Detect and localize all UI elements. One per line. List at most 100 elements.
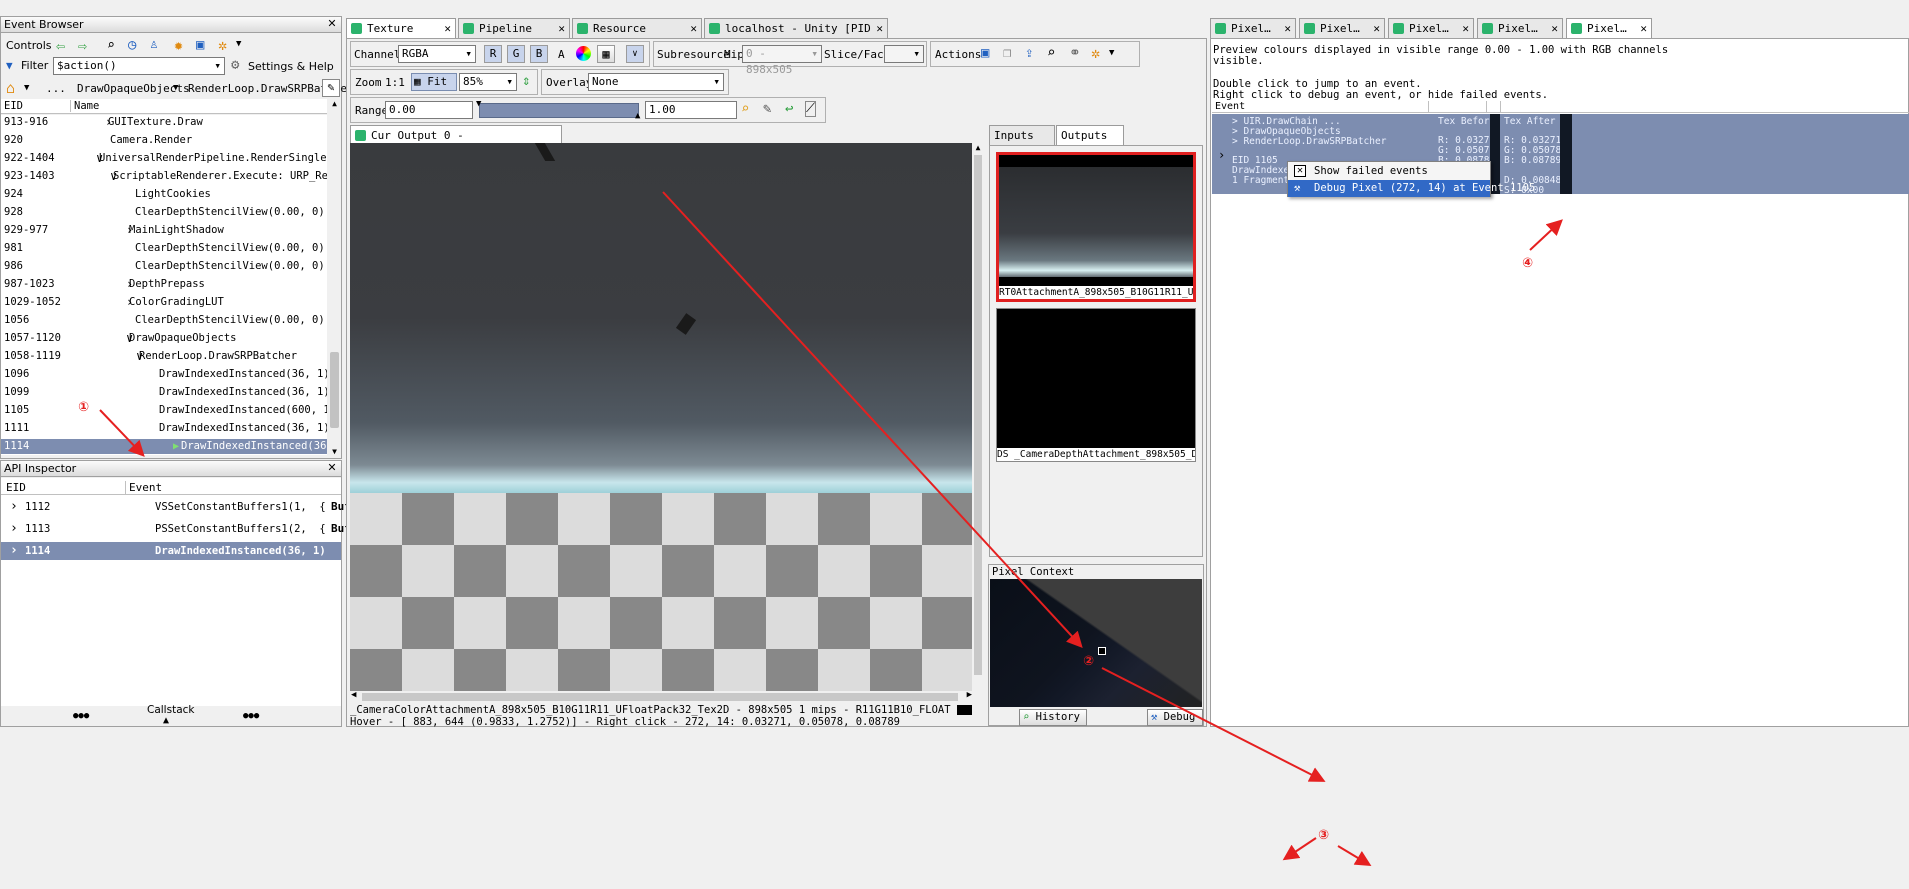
close-icon[interactable]: ✕ bbox=[1462, 19, 1469, 38]
mip-select[interactable]: 0 - 898x505 bbox=[742, 45, 822, 76]
slice-face-select[interactable] bbox=[884, 45, 924, 63]
event-row[interactable]: 922-1404 ∨ UniversalRenderPipeline.RenderS… bbox=[1, 151, 327, 166]
col-name[interactable]: Name bbox=[70, 100, 99, 112]
back-arrow-icon[interactable]: ⇦ bbox=[56, 37, 65, 55]
chevron-down-icon[interactable]: ▼ bbox=[1109, 48, 1114, 58]
api-row[interactable]: › 1114 DrawIndexedInstanced(36, 1) bbox=[1, 542, 341, 560]
close-icon[interactable]: ✕ bbox=[326, 18, 338, 30]
tab-pixel-history[interactable]: Pixel… ✕ bbox=[1477, 18, 1563, 38]
channel-r-toggle[interactable]: R bbox=[484, 45, 502, 63]
close-icon[interactable]: ✕ bbox=[1373, 19, 1380, 38]
event-row[interactable]: 1056 ClearDepthStencilView(0.00, 0) bbox=[1, 313, 327, 328]
flip-vertical-icon[interactable]: ⇕ bbox=[522, 73, 530, 89]
col-eid[interactable]: EID bbox=[6, 481, 26, 494]
tree-icon[interactable]: ♙ bbox=[150, 37, 158, 52]
expand-arrow-icon[interactable]: › bbox=[10, 498, 18, 516]
chevron-down-icon[interactable]: ▼ bbox=[24, 83, 29, 93]
event-row[interactable]: 929-977 › MainLightShadow bbox=[1, 223, 327, 238]
event-row[interactable]: 1114 ▶DrawIndexedInstanced(36, 1) bbox=[1, 439, 327, 454]
reset-range-icon[interactable]: ↩ bbox=[785, 101, 793, 117]
tab-pixel-history[interactable]: Pixel… ✕ bbox=[1299, 18, 1385, 38]
zoom-fit-button[interactable]: ▦ Fit bbox=[411, 73, 457, 91]
expand-up-icon[interactable]: ▲ bbox=[163, 715, 169, 726]
range-max-input[interactable]: 1.00 bbox=[645, 101, 737, 119]
link-icon[interactable]: ⚭ bbox=[1069, 45, 1081, 61]
range-slider[interactable] bbox=[479, 103, 639, 118]
settings-icon[interactable]: ✲ bbox=[1091, 44, 1100, 62]
settings-icon[interactable]: ✲ bbox=[218, 36, 227, 54]
output-thumbnail-rt0[interactable]: RT0AttachmentA_898x505_B10G11R11_UFloat bbox=[996, 152, 1196, 302]
close-icon[interactable]: ✕ bbox=[1551, 19, 1558, 38]
event-row[interactable]: 1111 DrawIndexedInstanced(36, 1) bbox=[1, 421, 327, 436]
tab-pixel-history[interactable]: Pixel… ✕ bbox=[1388, 18, 1474, 38]
scrollbar-up-arrow-icon[interactable]: ▲ bbox=[972, 143, 984, 152]
viewer-hscrollbar[interactable]: ◀ ▶ bbox=[350, 690, 972, 703]
zoom-select[interactable]: 85% bbox=[459, 73, 517, 91]
scrollbar-right-arrow-icon[interactable]: ▶ bbox=[967, 690, 972, 700]
event-row[interactable]: 924 LightCookies bbox=[1, 187, 327, 202]
save-icon[interactable]: ▣ bbox=[981, 45, 989, 61]
viewer-vscrollbar[interactable]: ▲ bbox=[972, 143, 984, 691]
channel-a-toggle[interactable]: A bbox=[558, 48, 565, 61]
edit-icon[interactable]: ✎ bbox=[322, 79, 340, 97]
callstack-toggle[interactable]: Callstack bbox=[147, 704, 194, 716]
gear-icon[interactable]: ⚙ bbox=[231, 57, 239, 73]
debug-button[interactable]: ⚒ Debug bbox=[1147, 709, 1203, 726]
scrollbar-thumb[interactable] bbox=[330, 352, 339, 428]
close-icon[interactable]: ✕ bbox=[558, 19, 565, 38]
chevron-down-icon[interactable]: ▼ bbox=[236, 39, 241, 49]
history-button[interactable]: ⌕ History bbox=[1019, 709, 1087, 726]
expand-arrow-icon[interactable]: › bbox=[10, 520, 18, 538]
channels-select[interactable]: RGBA bbox=[398, 45, 476, 63]
event-row[interactable]: 1105 DrawIndexedInstanced(600, 1) bbox=[1, 403, 327, 418]
event-row[interactable]: 1099 DrawIndexedInstanced(36, 1) bbox=[1, 385, 327, 400]
expand-arrow-icon[interactable]: › bbox=[1218, 148, 1225, 162]
menu-item-debug-pixel[interactable]: ⚒ Debug Pixel (272, 14) at Event 1105 bbox=[1288, 180, 1535, 197]
range-slider-min-handle[interactable]: ▼ bbox=[476, 99, 481, 109]
copy-icon[interactable]: ❐ bbox=[1003, 45, 1011, 61]
tab-texture-viewer[interactable]: Texture Viewer ✕ bbox=[346, 18, 456, 54]
close-icon[interactable]: ✕ bbox=[1284, 19, 1291, 38]
menu-item-show-failed[interactable]: ✕ Show failed events bbox=[1288, 163, 1490, 179]
event-row[interactable]: 920 Camera.Render bbox=[1, 133, 327, 148]
pixel-context-view[interactable] bbox=[990, 579, 1202, 707]
event-row[interactable]: 923-1403 ∨ ScriptableRenderer.Execute: URP… bbox=[1, 169, 327, 184]
event-row[interactable]: 986 ClearDepthStencilView(0.00, 0) bbox=[1, 259, 327, 274]
expand-arrow-icon[interactable]: › bbox=[10, 542, 18, 560]
event-row[interactable]: 928 ClearDepthStencilView(0.00, 0) bbox=[1, 205, 327, 220]
tab-pixel-history[interactable]: Pixel… ✕ bbox=[1566, 18, 1652, 39]
close-icon[interactable]: ✕ bbox=[326, 462, 338, 474]
bookmark-icon[interactable]: ✹ bbox=[174, 36, 183, 54]
range-min-input[interactable]: 0.00 bbox=[385, 101, 473, 119]
color-wheel-icon[interactable] bbox=[576, 46, 591, 61]
api-row[interactable]: ›1112VSSetConstantBuffers1(1, {Buffer 11… bbox=[1, 498, 404, 516]
chevron-down-icon[interactable]: ▼ bbox=[173, 83, 178, 93]
col-event[interactable]: Event bbox=[125, 481, 162, 494]
checkerboard-icon[interactable]: ▦ bbox=[597, 45, 615, 63]
event-row[interactable]: 1029-1052 › ColorGradingLUT bbox=[1, 295, 327, 310]
zoom-range-icon[interactable]: ⌕ bbox=[741, 101, 749, 117]
scrollbar-left-arrow-icon[interactable]: ◀ bbox=[351, 690, 356, 700]
event-row[interactable]: 1058-1119 ∨ RenderLoop.DrawSRPBatcher bbox=[1, 349, 327, 364]
tab-outputs[interactable]: Outputs bbox=[1056, 125, 1124, 146]
more-dots-left[interactable]: ●●● bbox=[73, 711, 89, 721]
zoom-1to1-button[interactable]: 1:1 bbox=[385, 76, 405, 89]
event-row[interactable]: 913-916 › GUITexture.Draw bbox=[1, 115, 327, 130]
open-icon[interactable]: ⇪ bbox=[1025, 45, 1033, 61]
scrollbar-down-arrow-icon[interactable]: ▼ bbox=[328, 447, 341, 456]
channel-g-toggle[interactable]: G bbox=[507, 45, 525, 63]
tab-resource-inspector[interactable]: Resource Inspector ✕ bbox=[572, 18, 702, 54]
filter-input[interactable]: $action() bbox=[53, 57, 225, 75]
range-slider-max-handle[interactable]: ▲ bbox=[635, 111, 640, 121]
event-row[interactable]: 981 ClearDepthStencilView(0.00, 0) bbox=[1, 241, 327, 256]
find-icon[interactable]: ⌕ bbox=[107, 38, 115, 53]
histogram-icon[interactable]: ⟋ bbox=[805, 101, 817, 117]
more-dots-right[interactable]: ●●● bbox=[243, 711, 259, 721]
chevron-down-icon[interactable]: ∨ bbox=[626, 45, 644, 63]
event-row[interactable]: 987-1023 › DepthPrepass bbox=[1, 277, 327, 292]
clock-icon[interactable]: ◷ bbox=[128, 37, 136, 53]
close-icon[interactable]: ✕ bbox=[690, 19, 697, 38]
api-row[interactable]: ›1113PSSetConstantBuffers1(2, {Buffer 11… bbox=[1, 520, 404, 538]
output-thumbnail-depth[interactable]: DS _CameraDepthAttachment_898x505_Depth bbox=[996, 308, 1196, 462]
texture-canvas[interactable] bbox=[350, 143, 972, 691]
